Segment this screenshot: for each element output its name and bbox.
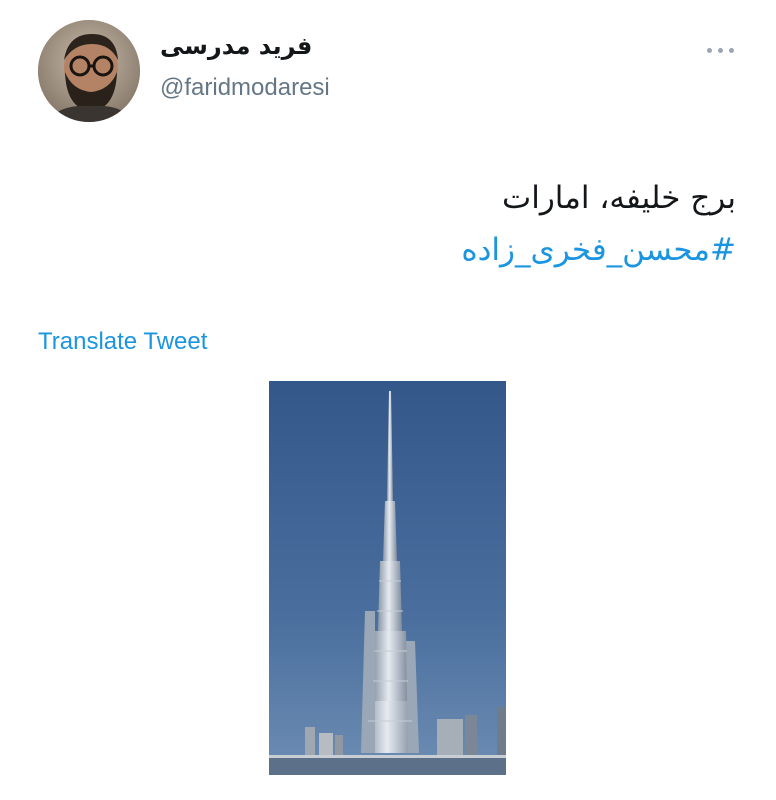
author-display-name[interactable]: فرید مدرسی (160, 32, 312, 60)
more-dot (706, 47, 712, 53)
tweet-card[interactable]: فرید مدرسی @faridmodaresi برج خلیفه، اما… (0, 0, 776, 800)
more-dot (717, 47, 723, 53)
avatar[interactable] (38, 20, 140, 122)
tweet-text-line: برج خلیفه، امارات (502, 180, 736, 216)
more-options-icon[interactable] (700, 38, 740, 62)
tweet-photo[interactable] (269, 381, 506, 775)
more-dot (728, 47, 734, 53)
tweet-text: برج خلیفه، امارات #محسن_فخری_زاده (236, 172, 736, 276)
translate-tweet-link[interactable]: Translate Tweet (38, 328, 207, 356)
author-handle[interactable]: @faridmodaresi (160, 74, 330, 102)
hashtag-link[interactable]: #محسن_فخری_زاده (236, 224, 736, 276)
